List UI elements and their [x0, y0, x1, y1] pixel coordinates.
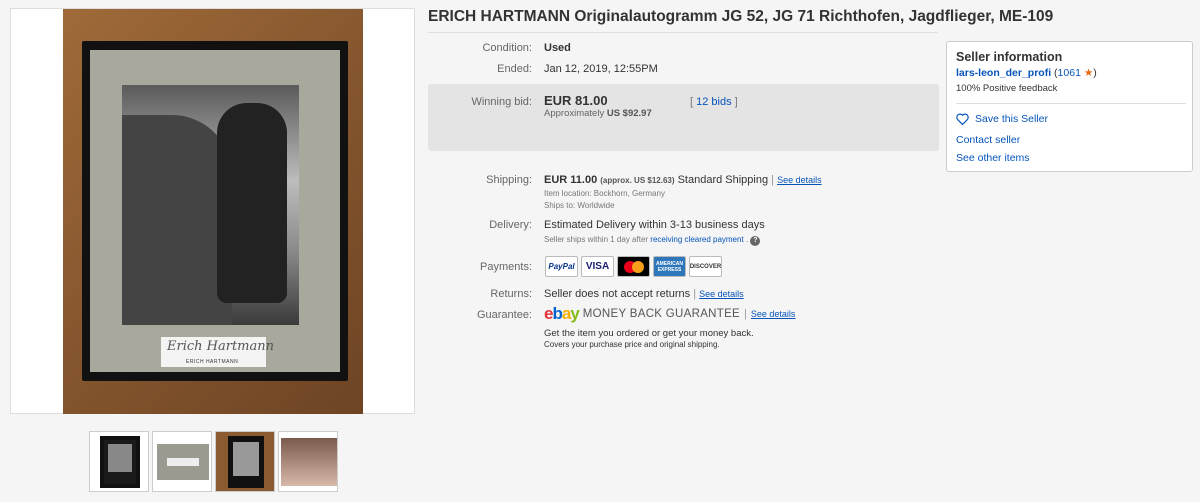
delivery-note: Seller ships within 1 day after receivin…	[544, 235, 761, 246]
item-location: Item location: Bockhorn, Germany	[544, 189, 665, 198]
payment-methods: PayPal VISA AMERICAN EXPRESS DISCOVER	[545, 256, 722, 277]
delivery-value: Estimated Delivery within 3-13 business …	[544, 219, 765, 231]
shipping-sep: |	[771, 174, 775, 186]
shipping-label: Shipping:	[486, 174, 532, 186]
see-other-items-link[interactable]: See other items	[956, 152, 1030, 164]
title-divider	[428, 32, 938, 33]
mastercard-icon	[617, 256, 650, 277]
winning-bid-label: Winning bid:	[471, 96, 532, 108]
bids-link[interactable]: 12 bids	[696, 96, 731, 108]
thumbnail-2[interactable]	[152, 431, 212, 492]
seller-heading: Seller information	[956, 50, 1063, 64]
shipping-method: Standard Shipping	[677, 174, 769, 186]
thumbnail-4[interactable]	[278, 431, 338, 492]
save-seller-label: Save this Seller	[975, 113, 1048, 125]
shipping-line: EUR 11.00 (approx. US $12.63) Standard S…	[544, 174, 822, 186]
guarantee-line2: Covers your purchase price and original …	[544, 340, 720, 349]
returns-value: Seller does not accept returns	[544, 288, 691, 300]
returns-see-details[interactable]: See details	[699, 289, 744, 299]
condition-label: Condition:	[482, 42, 532, 54]
vintage-photo	[122, 85, 299, 325]
positive-feedback: 100% Positive feedback	[956, 83, 1058, 94]
ended-value: Jan 12, 2019, 12:55PM	[544, 63, 658, 75]
seller-divider	[956, 103, 1186, 104]
delivery-label: Delivery:	[489, 219, 532, 231]
main-item-photo[interactable]: Erich Hartmann ERICH HARTMANN	[10, 8, 415, 414]
guarantee-sep: |	[744, 308, 747, 320]
seller-name-link[interactable]: lars-leon_der_profi	[956, 67, 1051, 79]
star-icon: ★	[1083, 67, 1094, 79]
aircraft-cockpit	[122, 115, 232, 325]
shipping-price: EUR 11.00	[544, 174, 598, 186]
feedback-score[interactable]: 1061	[1058, 67, 1081, 79]
thumbnail-strip	[89, 431, 338, 492]
delivery-note-suffix: .	[745, 235, 749, 244]
shipping-see-details[interactable]: See details	[777, 175, 822, 185]
bids-bracket-open: [	[690, 96, 694, 108]
returns-label: Returns:	[490, 288, 532, 300]
approx-value: US $92.97	[606, 108, 652, 119]
guarantee-line: ebay MONEY BACK GUARANTEE | See details	[544, 304, 795, 324]
save-seller-button[interactable]: Save this Seller	[956, 113, 1048, 125]
seller-info-panel: Seller information lars-leon_der_profi (…	[946, 41, 1193, 172]
payments-label: Payments:	[480, 261, 532, 273]
signature-card: Erich Hartmann ERICH HARTMANN	[161, 337, 274, 367]
guarantee-label: Guarantee:	[476, 309, 532, 321]
guarantee-see-details[interactable]: See details	[751, 309, 796, 319]
seller-name-line: lars-leon_der_profi (1061 ★)	[956, 67, 1097, 79]
help-icon[interactable]: ?	[750, 236, 761, 246]
heart-icon	[956, 113, 969, 125]
shipping-approx: (approx. US $12.63)	[600, 176, 675, 185]
approx-prefix: Approximately	[544, 108, 605, 119]
paypal-icon: PayPal	[545, 256, 578, 277]
guarantee-line1: Get the item you ordered or get your mon…	[544, 328, 754, 339]
bids-count: [ 12 bids ]	[690, 96, 738, 108]
signature-caption: ERICH HARTMANN	[186, 359, 239, 365]
returns-line: Seller does not accept returns | See det…	[544, 288, 744, 300]
winning-bid-price: EUR 81.00	[544, 93, 608, 108]
ebay-logo: ebay	[544, 304, 580, 323]
thumbnail-3[interactable]	[215, 431, 275, 492]
bids-bracket-close: ]	[734, 96, 738, 108]
bid-box	[428, 84, 939, 151]
score-close: )	[1093, 67, 1097, 79]
returns-sep: |	[693, 288, 697, 300]
money-back-guarantee: MONEY BACK GUARANTEE	[582, 308, 741, 320]
thumbnail-1[interactable]	[89, 431, 149, 492]
approx-price: Approximately US $92.97	[544, 108, 652, 119]
item-title: ERICH HARTMANN Originalautogramm JG 52, …	[428, 8, 1054, 25]
ships-to: Ships to: Worldwide	[544, 201, 615, 210]
visa-icon: VISA	[581, 256, 614, 277]
ended-label: Ended:	[497, 63, 532, 75]
signature: Erich Hartmann	[167, 339, 274, 354]
standing-figure	[217, 103, 287, 303]
cleared-payment-link[interactable]: receiving cleared payment	[650, 235, 743, 244]
delivery-note-prefix: Seller ships within 1 day after	[544, 235, 649, 244]
contact-seller-link[interactable]: Contact seller	[956, 134, 1020, 146]
amex-icon: AMERICAN EXPRESS	[653, 256, 686, 277]
discover-icon: DISCOVER	[689, 256, 722, 277]
condition-value: Used	[544, 42, 571, 54]
